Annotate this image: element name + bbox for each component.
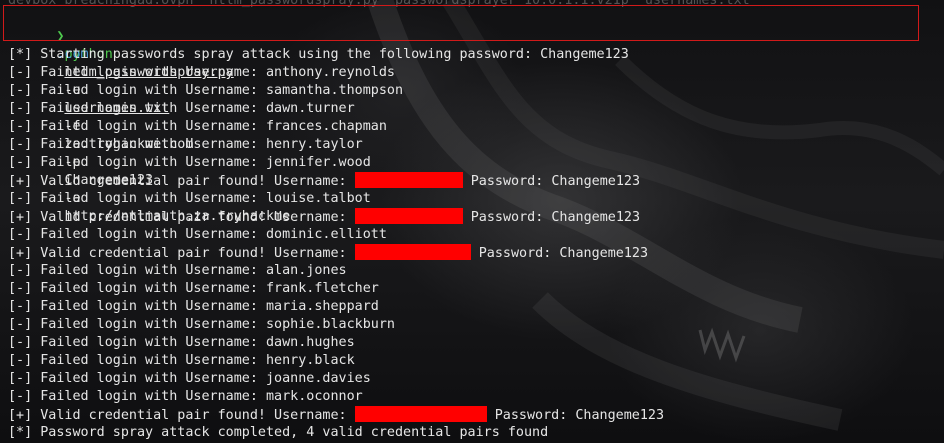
terminal-window[interactable]: devbox breachingad.ovpn ntlm_passwordspr… xyxy=(0,0,944,443)
failed-username: henry.taylor xyxy=(265,137,363,152)
failed-username: anthony.reynolds xyxy=(265,65,395,80)
failed-prefix: [-] Failed login with Username: xyxy=(8,353,266,368)
failed-username: dawn.turner xyxy=(265,101,355,116)
valid-suffix: Password: Changeme123 xyxy=(462,210,641,225)
failed-username: jennifer.wood xyxy=(265,155,371,170)
command-line[interactable]: ❯ python ntlm_passwordspray.py -u userna… xyxy=(8,10,944,224)
failed-login-line: [-] Failed login with Username: dominic.… xyxy=(8,226,944,244)
failed-username: dawn.hughes xyxy=(265,335,355,350)
failed-username: sophie.blackburn xyxy=(265,317,395,332)
failed-prefix: [-] Failed login with Username: xyxy=(8,281,266,296)
failed-login-line: [-] Failed login with Username: louise.t… xyxy=(8,190,944,208)
failed-prefix: [-] Failed login with Username: xyxy=(8,137,266,152)
failed-login-line: [-] Failed login with Username: mark.oco… xyxy=(8,388,944,406)
failed-prefix: [-] Failed login with Username: xyxy=(8,65,266,80)
output-start-line: [*] Starting passwords spray attack usin… xyxy=(8,47,629,62)
command-line-wrap: .com xyxy=(8,28,944,62)
failed-prefix: [-] Failed login with Username: xyxy=(8,191,266,206)
failed-username: henry.black xyxy=(265,353,355,368)
valid-prefix: [+] Valid credential pair found! Usernam… xyxy=(8,246,355,261)
failed-login-line: [-] Failed login with Username: frances.… xyxy=(8,118,944,136)
valid-prefix: [+] Valid credential pair found! Usernam… xyxy=(8,174,355,189)
redacted-username xyxy=(354,208,463,224)
failed-username: mark.oconnor xyxy=(265,389,363,404)
failed-login-line: [-] Failed login with Username: sophie.b… xyxy=(8,316,944,334)
failed-login-line: [-] Failed login with Username: samantha… xyxy=(8,82,944,100)
output-done-line: [*] Password spray attack completed, 4 v… xyxy=(8,425,549,440)
failed-prefix: [-] Failed login with Username: xyxy=(8,317,266,332)
valid-suffix: Password: Changeme123 xyxy=(462,174,641,189)
redacted-username xyxy=(354,244,471,260)
failed-prefix: [-] Failed login with Username: xyxy=(8,263,266,278)
valid-credential-line: [+] Valid credential pair found! Usernam… xyxy=(8,172,944,190)
failed-login-line: [-] Failed login with Username: henry.bl… xyxy=(8,352,944,370)
failed-username: alan.jones xyxy=(265,263,347,278)
failed-login-line: [-] Failed login with Username: anthony.… xyxy=(8,64,944,82)
valid-credential-line: [+] Valid credential pair found! Usernam… xyxy=(8,208,944,226)
failed-username: maria.sheppard xyxy=(265,299,379,314)
failed-username: joanne.davies xyxy=(265,371,371,386)
valid-suffix: Password: Changeme123 xyxy=(486,408,665,423)
failed-prefix: [-] Failed login with Username: xyxy=(8,371,266,386)
failed-prefix: [-] Failed login with Username: xyxy=(8,83,266,98)
failed-login-line: [-] Failed login with Username: frank.fl… xyxy=(8,280,944,298)
failed-prefix: [-] Failed login with Username: xyxy=(8,335,266,350)
valid-credential-line: [+] Valid credential pair found! Usernam… xyxy=(8,244,944,262)
failed-login-line: [-] Failed login with Username: maria.sh… xyxy=(8,298,944,316)
valid-prefix: [+] Valid credential pair found! Usernam… xyxy=(8,210,355,225)
failed-prefix: [-] Failed login with Username: xyxy=(8,155,266,170)
failed-login-line: [-] Failed login with Username: dawn.hug… xyxy=(8,334,944,352)
failed-prefix: [-] Failed login with Username: xyxy=(8,101,266,116)
terminal-output: devbox breachingad.ovpn ntlm_passwordspr… xyxy=(8,0,944,442)
failed-login-line: [-] Failed login with Username: joanne.d… xyxy=(8,370,944,388)
failed-username: samantha.thompson xyxy=(265,83,404,98)
valid-credential-line: [+] Valid credential pair found! Usernam… xyxy=(8,406,944,424)
failed-prefix: [-] Failed login with Username: xyxy=(8,299,266,314)
failed-username: dominic.elliott xyxy=(265,227,387,242)
failed-username: frances.chapman xyxy=(265,119,387,134)
failed-prefix: [-] Failed login with Username: xyxy=(8,389,266,404)
failed-prefix: [-] Failed login with Username: xyxy=(8,227,266,242)
failed-login-line: [-] Failed login with Username: alan.jon… xyxy=(8,262,944,280)
failed-login-line: [-] Failed login with Username: dawn.tur… xyxy=(8,100,944,118)
failed-username: louise.talbot xyxy=(265,191,371,206)
redacted-username xyxy=(354,172,463,188)
failed-login-line: [-] Failed login with Username: henry.ta… xyxy=(8,136,944,154)
redacted-username xyxy=(354,406,487,422)
failed-username: frank.fletcher xyxy=(265,281,379,296)
failed-prefix: [-] Failed login with Username: xyxy=(8,119,266,134)
failed-login-line: [-] Failed login with Username: jennifer… xyxy=(8,154,944,172)
valid-suffix: Password: Changeme123 xyxy=(470,246,649,261)
valid-prefix: [+] Valid credential pair found! Usernam… xyxy=(8,408,355,423)
previous-command-line: devbox breachingad.ovpn ntlm_passwordspr… xyxy=(8,0,750,8)
